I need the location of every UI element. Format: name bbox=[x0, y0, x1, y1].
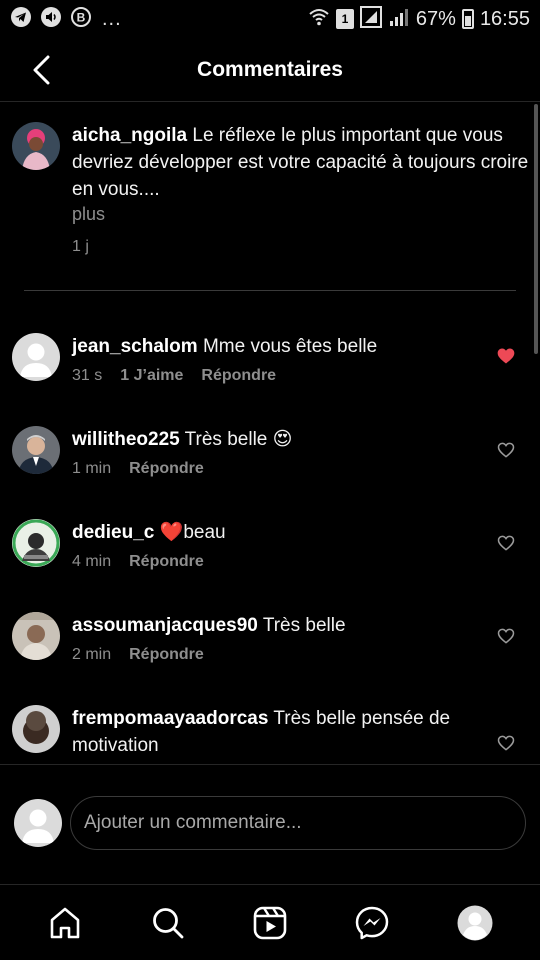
volume-icon bbox=[40, 6, 62, 33]
avatar[interactable] bbox=[12, 333, 60, 381]
comment-body: Très belle bbox=[262, 615, 346, 636]
nav-search[interactable] bbox=[143, 898, 193, 948]
avatar[interactable] bbox=[12, 519, 60, 567]
comment-item: dedieu_c ❤️beau 4 min Répondre bbox=[0, 519, 540, 611]
battery-percent: 67% bbox=[415, 7, 456, 30]
heart-outline-icon[interactable] bbox=[496, 533, 516, 553]
reply-button[interactable]: Répondre bbox=[201, 367, 276, 385]
comment-item: willitheo225 Très belle 😍 1 min Répondre bbox=[0, 426, 540, 518]
comment-body: Très belle 😍 bbox=[184, 429, 293, 450]
caption-time: 1 j bbox=[72, 238, 89, 255]
avatar bbox=[14, 799, 62, 847]
comment-text: dedieu_c ❤️beau bbox=[72, 519, 472, 546]
signal-box-icon bbox=[359, 5, 382, 33]
heart-outline-icon[interactable] bbox=[496, 733, 516, 753]
comment-username[interactable]: dedieu_c bbox=[72, 522, 154, 543]
nav-reels[interactable] bbox=[245, 898, 295, 948]
heart-outline-icon[interactable] bbox=[496, 440, 516, 460]
page-title: Commentaires bbox=[197, 57, 343, 81]
avatar[interactable] bbox=[12, 122, 60, 170]
comment-time: 31 s bbox=[72, 367, 103, 384]
comment-item: assoumanjacques90 Très belle 2 min Répon… bbox=[0, 612, 540, 704]
reels-icon bbox=[253, 906, 287, 939]
avatar[interactable] bbox=[12, 705, 60, 753]
likes-count[interactable]: 1 J’aime bbox=[120, 367, 183, 385]
clock: 16:55 bbox=[479, 7, 530, 30]
comment-time: 1 min bbox=[72, 460, 112, 477]
signal-icon bbox=[388, 7, 410, 32]
back-button[interactable] bbox=[24, 52, 60, 88]
comment-meta: 4 min Répondre bbox=[72, 553, 204, 571]
status-bar: B ... 1 67% 16:55 bbox=[0, 0, 540, 38]
profile-icon bbox=[457, 905, 493, 940]
nav-messenger[interactable] bbox=[347, 898, 397, 948]
caption-username[interactable]: aicha_ngoila bbox=[72, 125, 187, 146]
heart-filled-icon[interactable] bbox=[496, 346, 516, 366]
post-caption: aicha_ngoila Le réflexe le plus importan… bbox=[0, 104, 540, 292]
reply-button[interactable]: Répondre bbox=[129, 553, 204, 571]
comment-meta: 1 min Répondre bbox=[72, 460, 204, 478]
more-link[interactable]: plus bbox=[72, 204, 105, 225]
status-dots: ... bbox=[102, 7, 122, 30]
bottom-nav bbox=[0, 884, 540, 960]
comment-item: frempomaayaadorcas Très belle pensée de … bbox=[0, 705, 540, 763]
svg-text:B: B bbox=[77, 10, 86, 24]
b-badge-icon: B bbox=[70, 6, 92, 33]
battery-icon bbox=[461, 9, 474, 29]
nav-profile[interactable] bbox=[450, 898, 500, 948]
divider bbox=[24, 290, 516, 291]
comment-username[interactable]: willitheo225 bbox=[72, 429, 180, 450]
add-comment-bar: Ajouter un commentaire... bbox=[0, 764, 540, 884]
comment-body: ❤️beau bbox=[159, 522, 226, 543]
comment-username[interactable]: frempomaayaadorcas bbox=[72, 708, 268, 729]
comment-text: jean_schalom Mme vous êtes belle bbox=[72, 333, 472, 360]
messenger-icon bbox=[356, 906, 389, 939]
comment-item: jean_schalom Mme vous êtes belle 31 s 1 … bbox=[0, 333, 540, 425]
nav-home[interactable] bbox=[40, 898, 90, 948]
heart-outline-icon[interactable] bbox=[496, 626, 516, 646]
comment-time: 2 min bbox=[72, 646, 112, 663]
telegram-icon bbox=[10, 6, 32, 33]
comment-body: Mme vous êtes belle bbox=[202, 336, 378, 357]
home-icon bbox=[50, 907, 80, 938]
wifi-icon bbox=[308, 7, 330, 32]
comment-text: willitheo225 Très belle 😍 bbox=[72, 426, 472, 453]
comment-meta: 31 s 1 J’aime Répondre bbox=[72, 367, 276, 385]
comment-input[interactable]: Ajouter un commentaire... bbox=[70, 796, 526, 850]
search-icon bbox=[152, 907, 183, 938]
comment-username[interactable]: assoumanjacques90 bbox=[72, 615, 258, 636]
sim-badge-icon: 1 bbox=[335, 9, 354, 29]
comment-text: frempomaayaadorcas Très belle pensée de … bbox=[72, 705, 462, 759]
comment-time: 4 min bbox=[72, 553, 112, 570]
reply-button[interactable]: Répondre bbox=[129, 646, 204, 664]
comment-meta: 2 min Répondre bbox=[72, 646, 204, 664]
comment-text: assoumanjacques90 Très belle bbox=[72, 612, 472, 639]
comment-username[interactable]: jean_schalom bbox=[72, 336, 198, 357]
header: Commentaires bbox=[0, 38, 540, 102]
avatar[interactable] bbox=[12, 612, 60, 660]
reply-button[interactable]: Répondre bbox=[129, 460, 204, 478]
caption-text: aicha_ngoila Le réflexe le plus importan… bbox=[72, 122, 532, 203]
avatar[interactable] bbox=[12, 426, 60, 474]
chevron-left-icon bbox=[33, 55, 50, 85]
